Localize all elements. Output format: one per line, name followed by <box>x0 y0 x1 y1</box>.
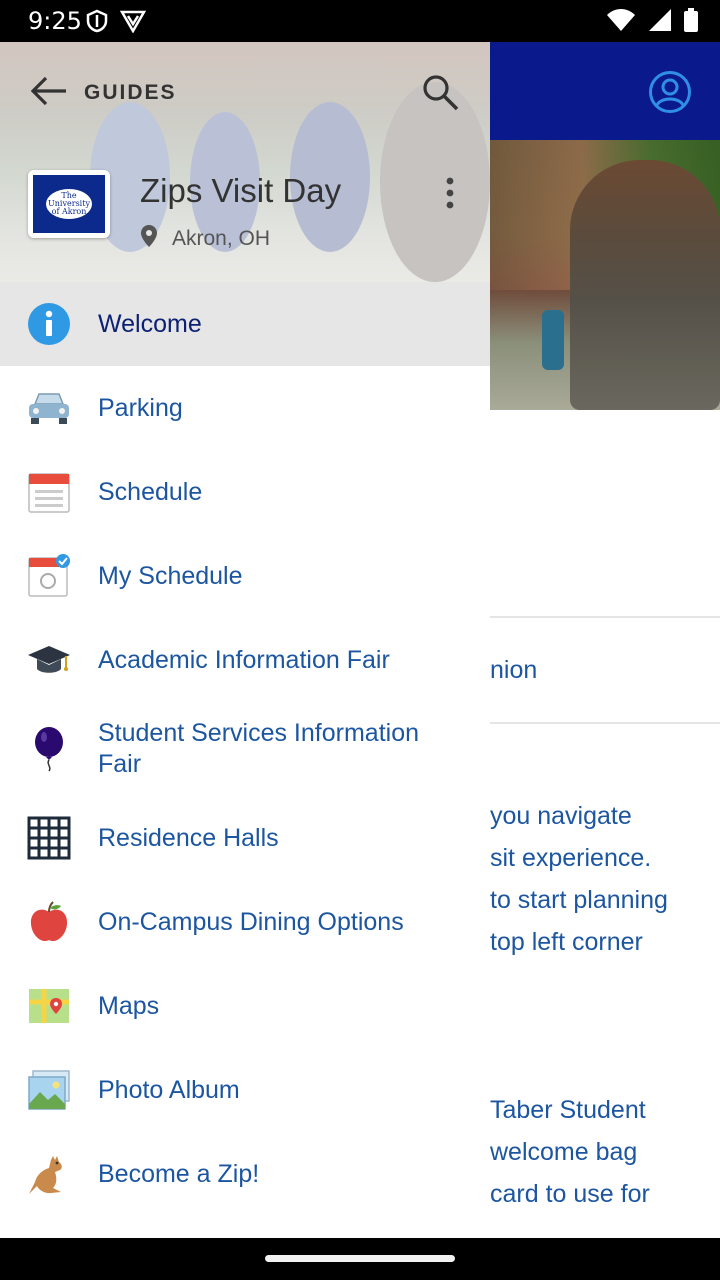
menu-label: Parking <box>98 393 183 422</box>
menu-label: Schedule <box>98 477 203 506</box>
menu-item-parking[interactable]: Parking <box>0 366 490 450</box>
battery-icon <box>684 8 698 37</box>
menu-label: Welcome <box>98 309 202 338</box>
location-pin-icon <box>140 224 158 253</box>
kangaroo-icon <box>27 1152 71 1196</box>
apple-icon <box>27 900 71 944</box>
body-paragraph: Taber Student welcome bag card to use fo… <box>490 1096 650 1208</box>
divider <box>490 616 720 618</box>
system-nav-bar <box>0 1238 720 1280</box>
map-icon <box>27 984 71 1028</box>
menu-item-become-a-zip[interactable]: Become a Zip! <box>0 1132 490 1216</box>
graduation-cap-icon <box>27 638 71 682</box>
menu-item-academic-fair[interactable]: Academic Information Fair <box>0 618 490 702</box>
status-bar: 9:25 <box>0 0 720 42</box>
back-arrow-icon[interactable] <box>28 74 68 113</box>
my-calendar-icon <box>27 554 71 598</box>
menu-label: Residence Halls <box>98 823 279 852</box>
section-title[interactable]: nion <box>490 656 537 685</box>
building-icon <box>27 816 71 860</box>
photo-icon <box>27 1068 71 1112</box>
back-label[interactable]: GUIDES <box>84 81 177 105</box>
home-handle[interactable] <box>265 1255 455 1262</box>
menu-item-student-services-fair[interactable]: Student Services Information Fair <box>0 702 490 796</box>
menu-item-schedule[interactable]: Schedule <box>0 450 490 534</box>
menu-item-maps[interactable]: Maps <box>0 964 490 1048</box>
divider <box>490 722 720 724</box>
menu-item-my-schedule[interactable]: My Schedule <box>0 534 490 618</box>
menu-item-residence-halls[interactable]: Residence Halls <box>0 796 490 880</box>
balloon-icon <box>27 727 71 772</box>
cellular-icon <box>648 8 672 37</box>
menu-label: Become a Zip! <box>98 1159 260 1188</box>
vpn-icon <box>119 9 147 38</box>
logo-text: The University of Akron <box>46 189 92 219</box>
drawer-header: GUIDES The University of Akron Zips Visi… <box>0 42 490 282</box>
status-time: 9:25 <box>28 7 82 35</box>
menu-item-photo-album[interactable]: Photo Album <box>0 1048 490 1132</box>
shield-icon <box>86 9 108 38</box>
account-icon[interactable] <box>648 70 692 119</box>
guide-title: Zips Visit Day <box>140 172 342 209</box>
menu-item-dining[interactable]: On-Campus Dining Options <box>0 880 490 964</box>
car-icon <box>27 386 71 430</box>
info-icon <box>27 302 71 346</box>
body-paragraph: you navigate sit experience. to start pl… <box>490 802 668 956</box>
drawer-menu: Welcome Parking Schedule My Schedule Aca… <box>0 282 490 1216</box>
menu-label: Academic Information Fair <box>98 645 390 674</box>
navigation-drawer: GUIDES The University of Akron Zips Visi… <box>0 42 490 1238</box>
menu-label: My Schedule <box>98 561 243 590</box>
menu-label: On-Campus Dining Options <box>98 907 404 936</box>
search-icon[interactable] <box>420 72 460 117</box>
location-row: Akron, OH <box>140 224 270 253</box>
calendar-icon <box>27 470 71 514</box>
menu-label: Student Services Information Fair <box>98 719 419 778</box>
more-vert-icon[interactable] <box>444 176 456 215</box>
menu-item-welcome[interactable]: Welcome <box>0 282 490 366</box>
wifi-icon <box>606 8 636 37</box>
menu-label: Maps <box>98 991 160 1020</box>
menu-label: Photo Album <box>98 1075 240 1104</box>
location-text: Akron, OH <box>172 226 271 250</box>
guide-logo: The University of Akron <box>28 170 110 238</box>
